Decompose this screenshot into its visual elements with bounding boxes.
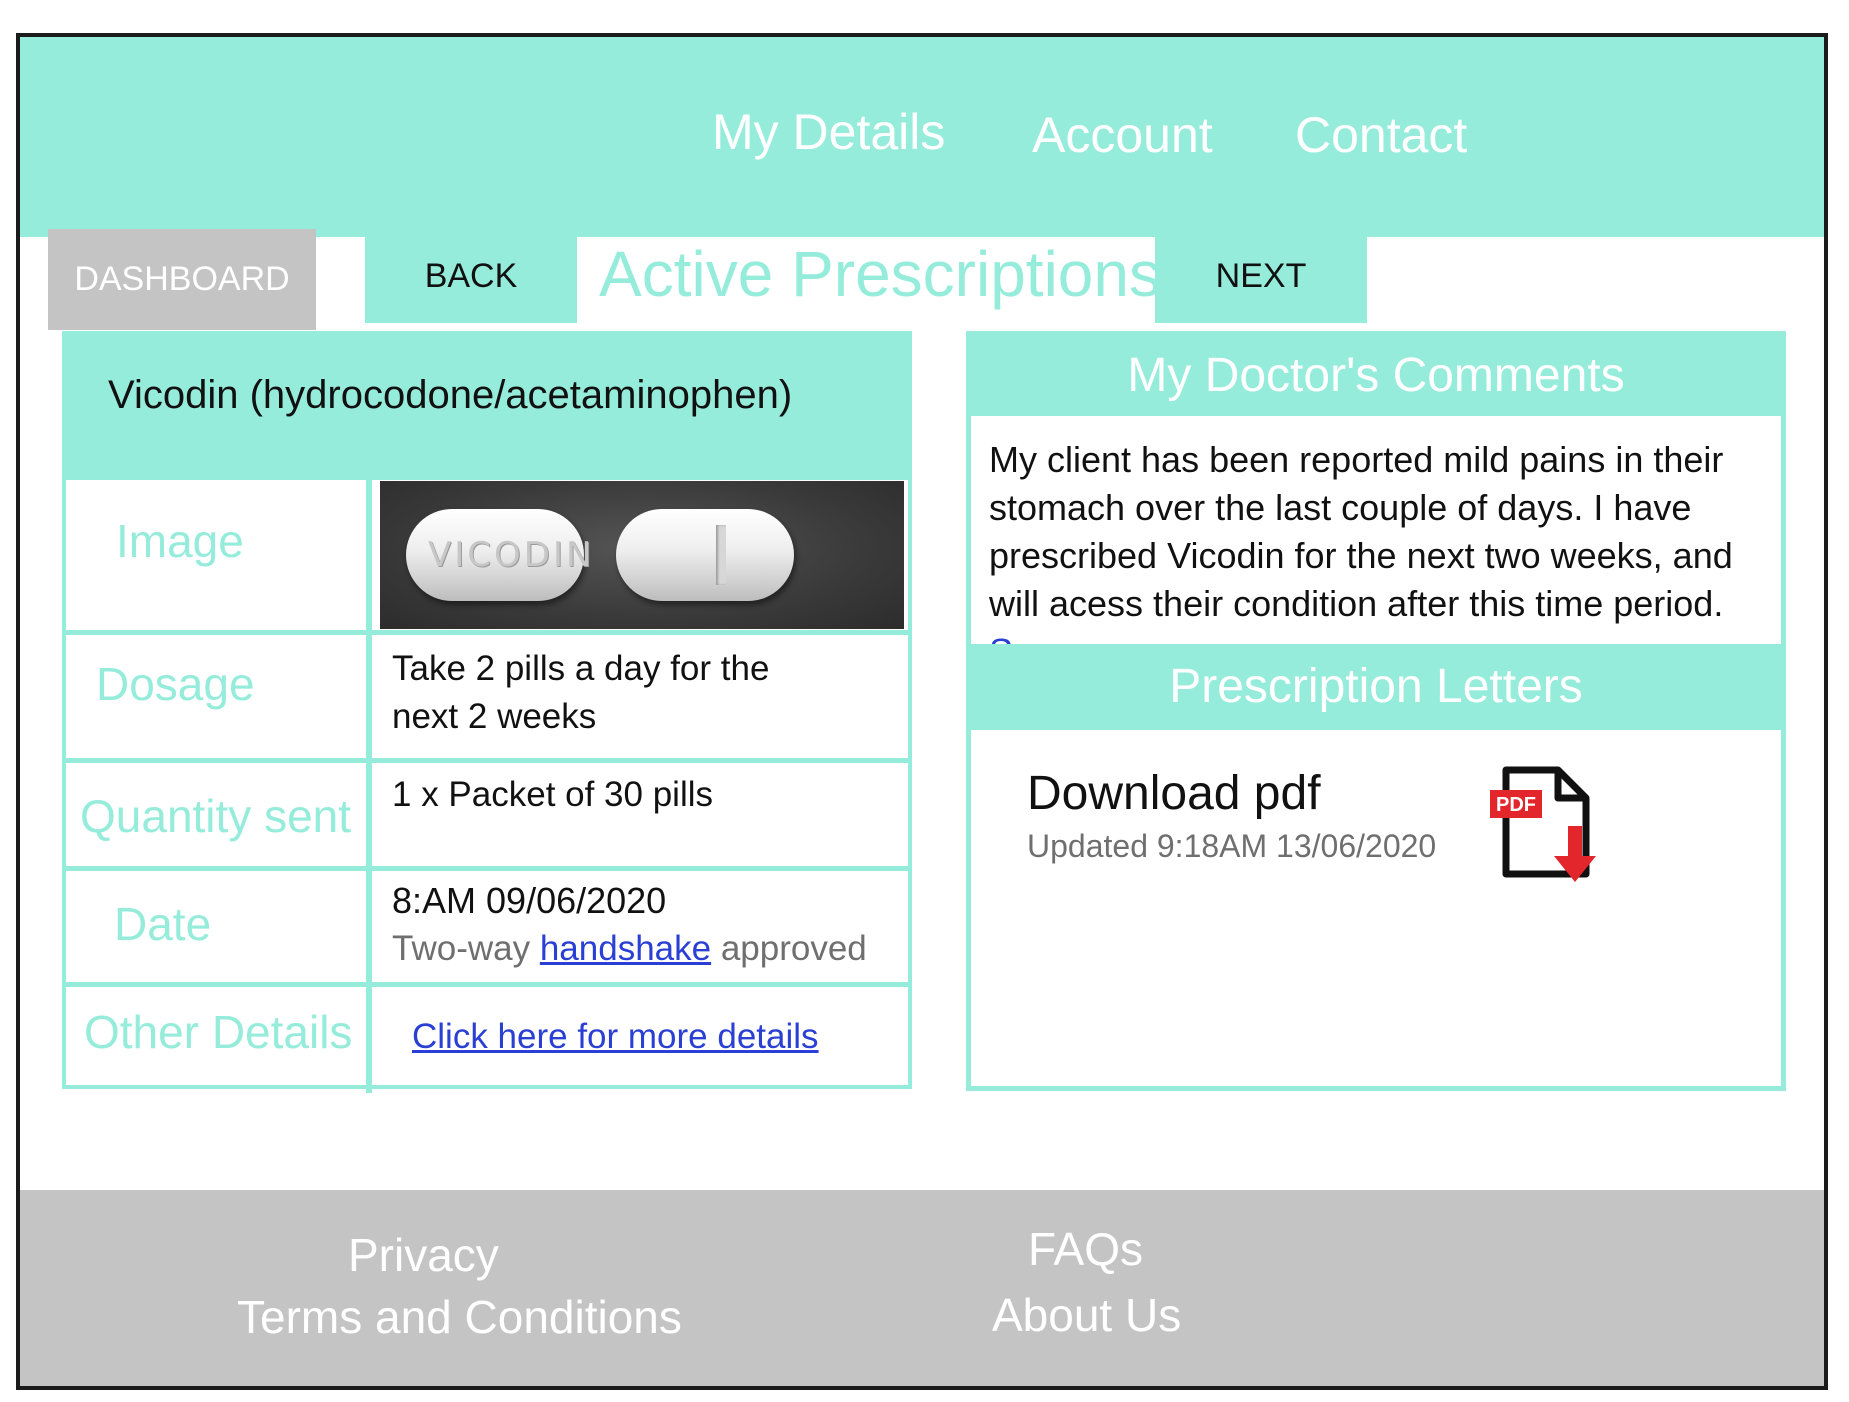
handshake-prefix: Two-way — [392, 929, 531, 968]
pill-imprint: VICODIN — [428, 535, 595, 575]
doctor-comments-text: My client has been reported mild pains i… — [989, 436, 1769, 676]
more-details-link[interactable]: Click here for more details — [412, 1013, 819, 1061]
page-title: Active Prescriptions — [599, 238, 1161, 310]
nav-contact[interactable]: Contact — [1295, 105, 1467, 165]
pdf-download-icon[interactable]: PDF — [1488, 764, 1608, 889]
quantity-value: 1 x Packet of 30 pills — [392, 775, 713, 814]
prescription-title-bar: Vicodin (hydrocodone/acetaminophen) — [66, 335, 908, 475]
download-pdf-label[interactable]: Download pdf — [1027, 766, 1321, 821]
pill-imprinted: VICODIN — [406, 509, 591, 601]
right-panel: My Doctor's Comments My client has been … — [966, 331, 1786, 1091]
app-frame: My Details Account Contact DASHBOARD BAC… — [16, 33, 1828, 1390]
footer-terms-link[interactable]: Terms and Conditions — [237, 1290, 682, 1344]
pill-image: VICODIN — [380, 481, 904, 629]
date-label: Date — [114, 898, 212, 950]
dosage-label: Dosage — [96, 658, 255, 710]
next-button[interactable]: NEXT — [1155, 229, 1367, 323]
dosage-value: Take 2 pills a day for the next 2 weeks — [392, 649, 770, 736]
handshake-status: Two-way handshake approved — [392, 925, 892, 973]
top-navbar: My Details Account Contact — [20, 37, 1824, 237]
prescription-card: Vicodin (hydrocodone/acetaminophen) Imag… — [62, 331, 912, 1093]
prescription-letters-heading: Prescription Letters — [971, 644, 1781, 730]
footer: Privacy Terms and Conditions FAQs About … — [20, 1190, 1824, 1386]
footer-faqs-link[interactable]: FAQs — [1028, 1222, 1143, 1276]
other-details-label: Other Details — [84, 1006, 353, 1058]
date-value: 8:AM 09/06/2020 — [392, 880, 667, 921]
quantity-label: Quantity sent — [80, 790, 352, 842]
row-other-details: Other Details Click here for more detail… — [66, 982, 908, 1093]
dashboard-button[interactable]: DASHBOARD — [48, 229, 316, 330]
pill-scored — [616, 509, 794, 601]
image-label: Image — [116, 515, 244, 567]
row-dosage: Dosage Take 2 pills a day for the next 2… — [66, 630, 908, 758]
nav-account[interactable]: Account — [1032, 105, 1213, 165]
nav-my-details[interactable]: My Details — [712, 102, 945, 162]
row-date: Date 8:AM 09/06/2020 Two-way handshake a… — [66, 866, 908, 982]
footer-privacy-link[interactable]: Privacy — [348, 1228, 499, 1282]
pdf-badge-text: PDF — [1496, 794, 1536, 816]
pill-score-line — [716, 525, 726, 585]
handshake-link[interactable]: handshake — [540, 929, 711, 968]
row-quantity: Quantity sent 1 x Packet of 30 pills — [66, 758, 908, 866]
doctor-comments-heading: My Doctor's Comments — [971, 336, 1781, 416]
handshake-suffix: approved — [720, 929, 867, 968]
back-button[interactable]: BACK — [365, 229, 577, 323]
footer-about-link[interactable]: About Us — [992, 1288, 1181, 1342]
column-divider — [366, 475, 372, 1093]
pdf-updated-timestamp: Updated 9:18AM 13/06/2020 — [1027, 828, 1437, 864]
prescription-name: Vicodin (hydrocodone/acetaminophen) — [108, 373, 793, 417]
doctor-comments-body: My client has been reported mild pains i… — [989, 439, 1733, 624]
